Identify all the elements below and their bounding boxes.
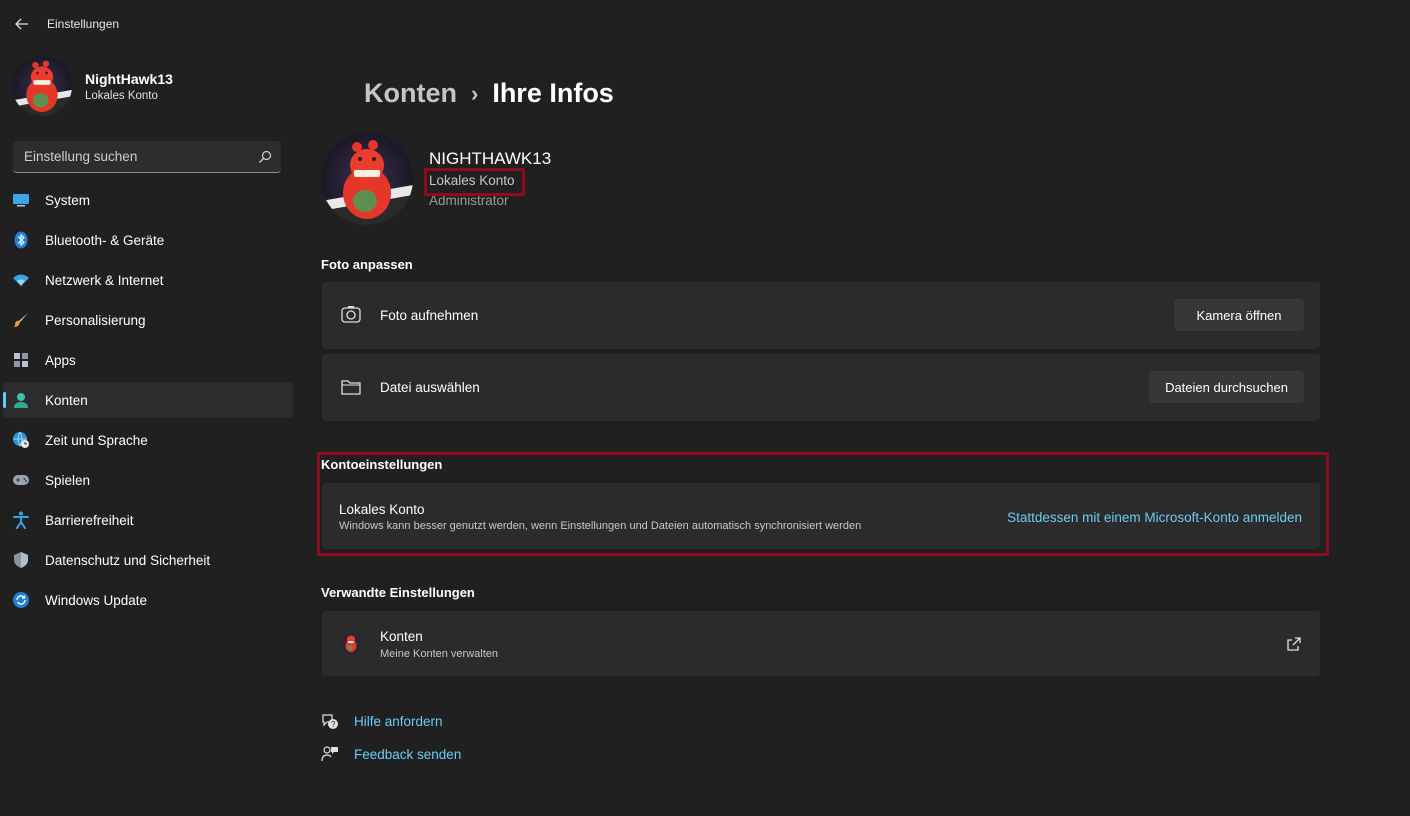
sidebar-item-label: Barrierefreiheit xyxy=(45,512,134,528)
microsoft-signin-link[interactable]: Stattdessen mit einem Microsoft-Konto an… xyxy=(1007,510,1302,525)
sidebar-item-label: Spielen xyxy=(45,472,91,488)
gamepad-icon xyxy=(12,471,30,489)
local-account-card: Lokales Konto Windows kann besser genutz… xyxy=(322,483,1320,549)
bluetooth-icon xyxy=(12,231,30,249)
sidebar-item-bluetooth[interactable]: Bluetooth- & Geräte xyxy=(3,222,293,258)
choose-file-label: Datei auswählen xyxy=(380,380,480,395)
sidebar-item-label: Windows Update xyxy=(45,592,148,608)
take-photo-label: Foto aufnehmen xyxy=(380,308,479,323)
sidebar-item-label: Zeit und Sprache xyxy=(45,432,148,448)
open-camera-button[interactable]: Kamera öffnen xyxy=(1174,299,1304,331)
sidebar-item-privacy[interactable]: Datenschutz und Sicherheit xyxy=(3,542,293,578)
brush-icon xyxy=(12,311,30,329)
arrow-left-icon xyxy=(15,18,28,30)
browse-files-button[interactable]: Dateien durchsuchen xyxy=(1149,371,1304,403)
person-icon xyxy=(12,391,30,409)
app-title: Einstellungen xyxy=(47,17,120,31)
sidebar: NightHawk13 Lokales Konto Einstellung su… xyxy=(0,48,300,816)
sidebar-item-apps[interactable]: Apps xyxy=(3,342,293,378)
user-name: NIGHTHAWK13 xyxy=(429,149,552,168)
section-title-related: Verwandte Einstellungen xyxy=(321,585,475,600)
sidebar-nav: System Bluetooth- & Geräte Netzwerk & In… xyxy=(3,182,293,622)
breadcrumb: Konten › Ihre Infos xyxy=(364,78,614,109)
search-icon[interactable] xyxy=(257,149,273,165)
local-account-title: Lokales Konto xyxy=(339,502,425,517)
avatar xyxy=(12,56,72,116)
avatar-small-icon xyxy=(340,632,362,654)
sidebar-item-label: Datenschutz und Sicherheit xyxy=(45,552,211,568)
sidebar-profile[interactable]: NightHawk13 Lokales Konto xyxy=(12,56,173,116)
highlight-marker xyxy=(424,168,525,196)
avatar-image xyxy=(12,56,72,116)
search-input[interactable]: Einstellung suchen xyxy=(13,141,281,173)
get-help-label: Hilfe anfordern xyxy=(354,713,443,729)
take-photo-card: Foto aufnehmen Kamera öffnen xyxy=(322,282,1320,349)
globe-clock-icon xyxy=(12,431,30,449)
section-title-account: Kontoeinstellungen xyxy=(321,457,443,472)
local-account-description: Windows kann besser genutzt werden, wenn… xyxy=(339,520,862,532)
monitor-icon xyxy=(12,191,30,209)
feedback-icon xyxy=(321,745,339,763)
sidebar-item-system[interactable]: System xyxy=(3,182,293,218)
page-title: Ihre Infos xyxy=(492,78,614,108)
send-feedback-label: Feedback senden xyxy=(354,746,462,762)
camera-icon xyxy=(340,304,362,326)
sidebar-item-konten[interactable]: Konten xyxy=(3,382,293,418)
shield-icon xyxy=(12,551,30,569)
user-header: NIGHTHAWK13 Lokales Konto Administrator xyxy=(321,133,551,225)
chevron-right-icon: › xyxy=(470,80,479,106)
user-account-type: Lokales Konto xyxy=(424,168,525,196)
back-button[interactable] xyxy=(10,12,34,36)
help-chat-icon: ? xyxy=(321,712,339,730)
breadcrumb-parent[interactable]: Konten xyxy=(364,78,457,109)
profile-name: NightHawk13 xyxy=(85,70,173,87)
profile-account-type: Lokales Konto xyxy=(85,89,158,102)
search-placeholder: Einstellung suchen xyxy=(24,149,138,164)
update-icon xyxy=(12,591,30,609)
send-feedback-link[interactable]: Feedback senden xyxy=(321,745,461,763)
sidebar-item-time-language[interactable]: Zeit und Sprache xyxy=(3,422,293,458)
section-title-photo: Foto anpassen xyxy=(321,257,413,272)
sidebar-item-gaming[interactable]: Spielen xyxy=(3,462,293,498)
sidebar-item-accessibility[interactable]: Barrierefreiheit xyxy=(3,502,293,538)
external-link-icon[interactable] xyxy=(1286,636,1302,652)
avatar xyxy=(321,133,413,225)
wifi-icon xyxy=(12,271,30,289)
sidebar-item-label: Konten xyxy=(45,392,88,408)
sidebar-item-label: System xyxy=(45,192,91,208)
get-help-link[interactable]: ? Hilfe anfordern xyxy=(321,712,443,730)
sidebar-item-personalization[interactable]: Personalisierung xyxy=(3,302,293,338)
avatar-image xyxy=(321,133,413,225)
title-bar: Einstellungen xyxy=(0,0,1410,48)
sidebar-item-label: Personalisierung xyxy=(45,312,146,328)
sidebar-item-label: Netzwerk & Internet xyxy=(45,272,164,288)
sidebar-item-label: Apps xyxy=(45,352,76,368)
konten-link-subtitle: Meine Konten verwalten xyxy=(380,648,499,660)
konten-link-card[interactable]: Konten Meine Konten verwalten xyxy=(322,611,1320,676)
konten-link-title: Konten xyxy=(380,629,423,644)
svg-text:?: ? xyxy=(331,720,336,729)
sidebar-item-windows-update[interactable]: Windows Update xyxy=(3,582,293,618)
folder-icon xyxy=(340,376,362,398)
sidebar-item-network[interactable]: Netzwerk & Internet xyxy=(3,262,293,298)
accessibility-icon xyxy=(12,511,30,529)
sidebar-item-label: Bluetooth- & Geräte xyxy=(45,232,165,248)
choose-file-card: Datei auswählen Dateien durchsuchen xyxy=(322,354,1320,421)
apps-icon xyxy=(12,351,30,369)
